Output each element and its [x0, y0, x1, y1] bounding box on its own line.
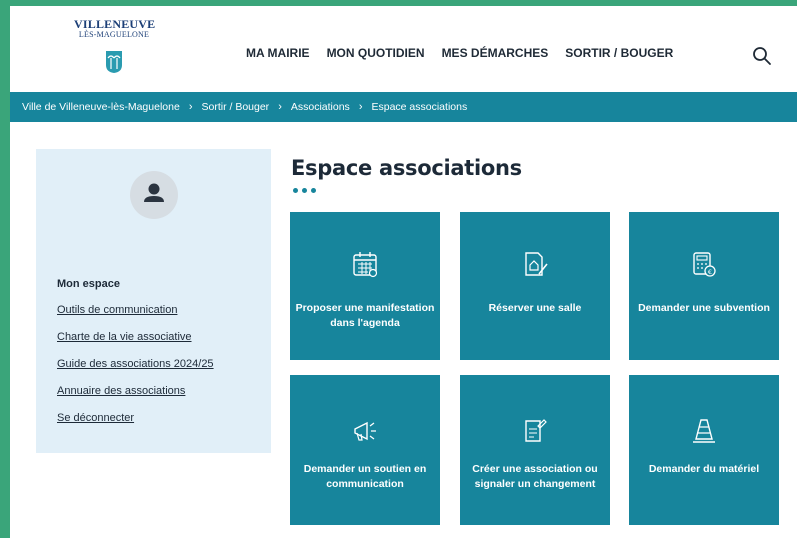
- traffic-cone-icon: [693, 419, 715, 443]
- nav-sortir-bouger[interactable]: SORTIR / BOUGER: [565, 46, 673, 60]
- sidebar-link-annuaire[interactable]: Annuaire des associations: [57, 385, 185, 397]
- breadcrumb-home[interactable]: Ville de Villeneuve-lès-Maguelone: [22, 101, 180, 113]
- tile-reserver-salle[interactable]: Réserver une salle: [460, 212, 610, 360]
- nav-mes-demarches[interactable]: MES DÉMARCHES: [442, 46, 549, 60]
- tile-creer-association-label: Créer une association ou signaler un cha…: [472, 463, 598, 490]
- avatar: [130, 171, 178, 219]
- sidebar-title: Mon espace: [57, 278, 120, 290]
- tile-communication[interactable]: Demander un soutien en communication: [290, 375, 440, 525]
- tile-communication-label: Demander un soutien en communication: [303, 463, 427, 490]
- tile-manifestation[interactable]: Proposer une manifestation dans l'agenda: [290, 212, 440, 360]
- sidebar-link-deconnecter[interactable]: Se déconnecter: [57, 412, 134, 424]
- tile-materiel-label: Demander du matériel: [648, 463, 760, 475]
- logo-line1: VILLENEUVE: [74, 17, 156, 31]
- nav-ma-mairie[interactable]: MA MAIRIE: [246, 46, 310, 60]
- calculator-euro-icon: €: [693, 252, 716, 277]
- user-icon: [144, 183, 164, 202]
- form-edit-icon: [525, 419, 547, 442]
- sidebar-link-charte[interactable]: Charte de la vie associative: [57, 331, 192, 343]
- search-icon[interactable]: [752, 46, 772, 66]
- breadcrumb-sortir-bouger[interactable]: Sortir / Bouger: [201, 101, 269, 113]
- sidebar: Mon espace Outils de communication Chart…: [36, 149, 271, 453]
- logo-line2: LÈS-MAGUELONE: [78, 30, 150, 39]
- tile-creer-association[interactable]: Créer une association ou signaler un cha…: [460, 375, 610, 525]
- nav-mon-quotidien[interactable]: MON QUOTIDIEN: [327, 46, 425, 60]
- sidebar-link-outils[interactable]: Outils de communication: [57, 304, 177, 316]
- tile-subvention-label: Demander une subvention: [638, 302, 770, 314]
- chevron-right-icon: ›: [358, 101, 363, 113]
- main-nav: MA MAIRIE MON QUOTIDIEN MES DÉMARCHES SO…: [246, 46, 690, 60]
- svg-text:€: €: [708, 268, 712, 276]
- chevron-right-icon: ›: [278, 101, 282, 113]
- sidebar-link-guide[interactable]: Guide des associations 2024/25: [57, 358, 214, 370]
- tile-manifestation-label: Proposer une manifestation dans l'agenda: [295, 302, 435, 329]
- breadcrumb-associations[interactable]: Associations: [291, 101, 350, 113]
- breadcrumb: Ville de Villeneuve-lès-Maguelone › Sort…: [10, 92, 797, 122]
- tile-reserver-salle-label: Réserver une salle: [488, 302, 582, 314]
- crest-icon: [106, 51, 122, 73]
- document-pen-icon: [525, 252, 548, 276]
- breadcrumb-current: Espace associations: [371, 101, 468, 113]
- tile-materiel[interactable]: Demander du matériel: [629, 375, 779, 525]
- page: VILLENEUVE LÈS-MAGUELONE MA MAIRIE MON Q…: [10, 6, 797, 538]
- page-title: Espace associations: [291, 156, 522, 180]
- tile-subvention[interactable]: € Demander une subvention: [629, 212, 779, 360]
- site-header: VILLENEUVE LÈS-MAGUELONE MA MAIRIE MON Q…: [10, 6, 797, 90]
- title-dots: [293, 188, 316, 193]
- site-logo[interactable]: VILLENEUVE LÈS-MAGUELONE: [74, 17, 156, 74]
- megaphone-icon: [354, 421, 376, 441]
- calendar-icon: [353, 252, 378, 278]
- chevron-right-icon: ›: [188, 101, 193, 113]
